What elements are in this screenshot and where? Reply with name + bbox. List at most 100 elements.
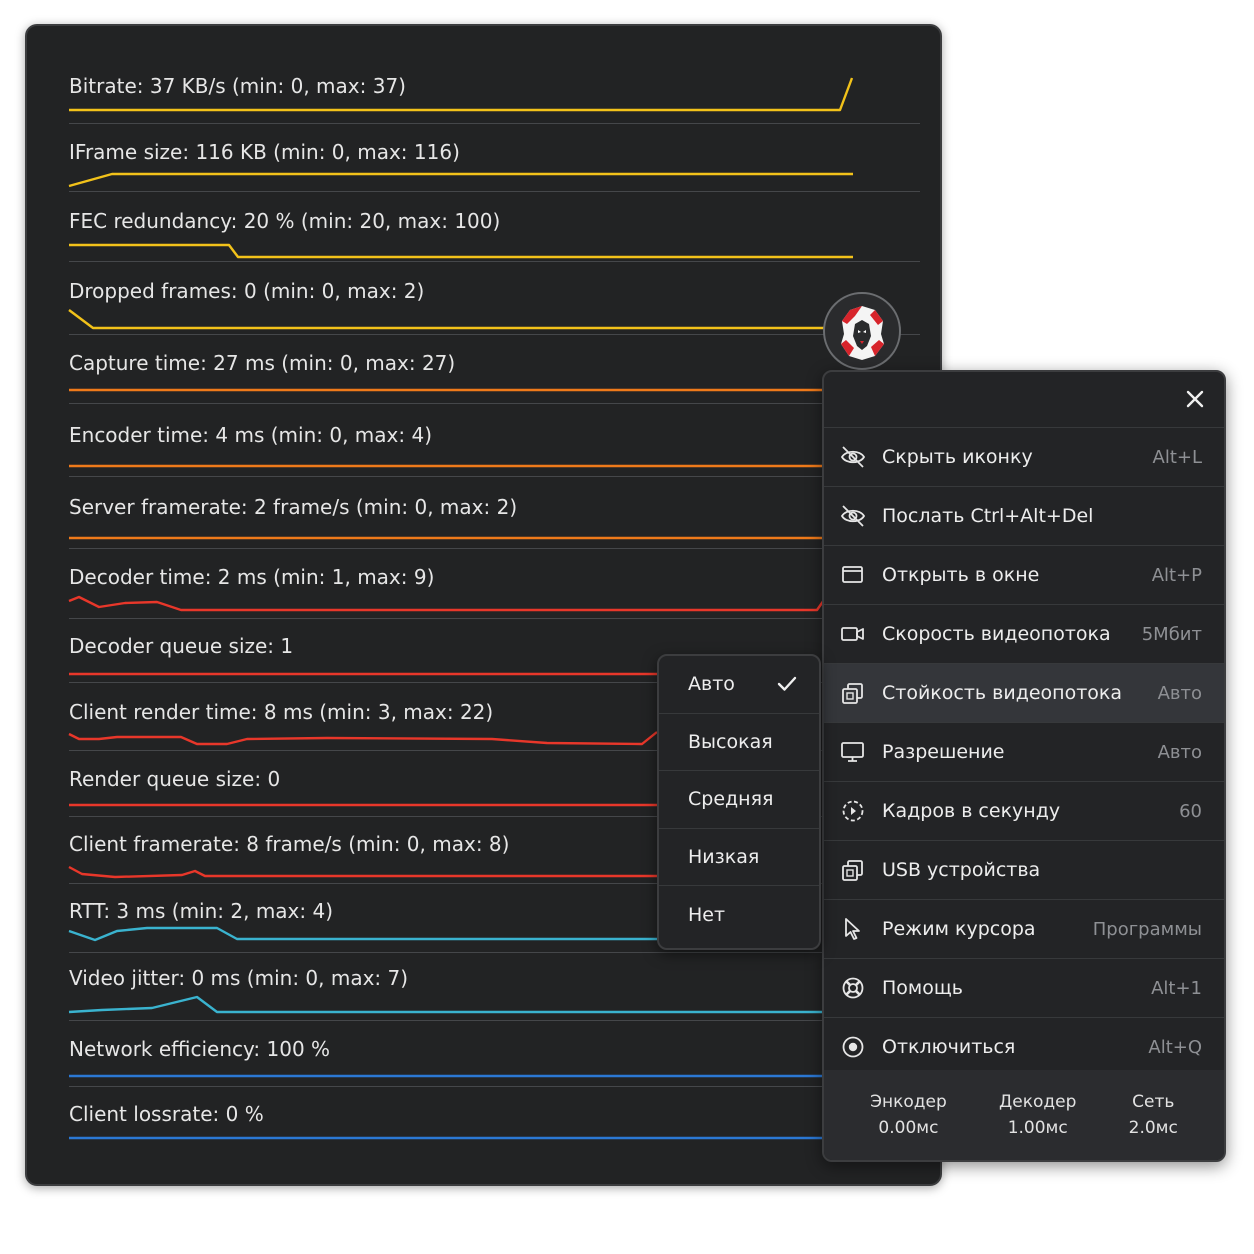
submenu-option-none[interactable]: Нет: [659, 886, 819, 944]
resilience-submenu: Авто Высокая Средняя Низкая Нет: [657, 654, 821, 950]
network-metric: Сеть 2.0мс: [1129, 1089, 1178, 1141]
menu-item-value: 60: [1179, 800, 1202, 822]
stat-label-decoder-queue-size: Decoder queue size: 1: [69, 634, 294, 658]
menu-item-shortcut: Alt+P: [1151, 564, 1202, 586]
menu-item-stream-bitrate[interactable]: Скорость видеопотока 5Мбит: [824, 605, 1224, 664]
lion-logo-icon: [841, 306, 884, 360]
stat-divider: [69, 403, 920, 404]
submenu-option-low[interactable]: Низкая: [659, 829, 819, 886]
menu-item-hide-icon[interactable]: Скрыть иконку Alt+L: [824, 428, 1224, 487]
menu-item-send-ctrl-alt-del[interactable]: Послать Ctrl+Alt+Del: [824, 487, 1224, 546]
stat-label-render-queue-size: Render queue size: 0: [69, 767, 281, 791]
monitor-icon: [841, 742, 864, 762]
metric-value: 1.00мс: [1007, 1118, 1068, 1138]
close-button[interactable]: [1180, 384, 1210, 414]
stat-divider: [69, 618, 920, 619]
menu-item-label: Отключиться: [882, 1036, 1016, 1058]
option-label: Нет: [688, 903, 726, 926]
submenu-option-high[interactable]: Высокая: [659, 714, 819, 771]
stat-sparkline: [68, 995, 825, 1014]
submenu-option-auto[interactable]: Авто: [659, 656, 819, 714]
stat-label-rtt: RTT: 3 ms (min: 2, max: 4): [69, 899, 334, 923]
menu-item-usb-devices[interactable]: USB устройства: [824, 841, 1224, 900]
stat-sparkline: [69, 243, 853, 259]
encoder-metric: Энкодер 0.00мс: [870, 1089, 947, 1141]
stat-label-capture-time: Capture time: 27 ms (min: 0, max: 27): [69, 351, 456, 375]
option-label: Низкая: [688, 845, 760, 868]
stat-sparkline: [68, 926, 657, 942]
menu-item-resolution[interactable]: Разрешение Авто: [824, 723, 1224, 782]
menu-item-value: Программы: [1092, 918, 1202, 940]
lion-logo-button[interactable]: [823, 292, 901, 370]
stat-divider: [69, 123, 920, 124]
menu-item-label: Стойкость видеопотока: [882, 682, 1123, 704]
metric-value: 0.00мс: [878, 1118, 939, 1138]
copy-stack-icon: [842, 683, 863, 704]
stat-label-iframe-size: IFrame size: 116 KB (min: 0, max: 116): [69, 140, 460, 164]
stat-label-client-render-time: Client render time: 8 ms (min: 3, max: 2…: [69, 700, 494, 724]
stat-divider: [69, 1020, 920, 1021]
stat-sparkline: [68, 309, 827, 330]
window-icon: [842, 566, 863, 583]
eye-off-icon: [840, 446, 866, 468]
menu-item-stream-resilience[interactable]: Стойкость видеопотока Авто: [824, 664, 1224, 723]
menu-item-fps[interactable]: Кадров в секунду 60: [824, 782, 1224, 841]
stats-graphs: [68, 77, 854, 1140]
stat-label-network-efficiency: Network efficiency: 100 %: [69, 1037, 331, 1061]
latency-footer: Энкодер 0.00мс Декодер 1.00мс Сеть 2.0мс: [824, 1070, 1224, 1160]
eye-off-icon: [840, 505, 866, 527]
option-label: Высокая: [688, 730, 773, 753]
stats-overlay: Bitrate: 37 KB/s (min: 0, max: 37) IFram…: [25, 24, 942, 1186]
stat-label-bitrate: Bitrate: 37 KB/s (min: 0, max: 37): [69, 74, 406, 98]
stat-label-video-jitter: Video jitter: 0 ms (min: 0, max: 7): [69, 966, 409, 990]
stat-label-server-framerate: Server framerate: 2 frame/s (min: 0, max…: [69, 495, 518, 519]
metric-name: Энкодер: [870, 1092, 947, 1112]
menu-item-label: Режим курсора: [882, 918, 1036, 940]
menu-item-label: Открыть в окне: [882, 564, 1040, 586]
menu-item-label: Кадров в секунду: [882, 800, 1061, 822]
menu-item-value: Авто: [1157, 741, 1202, 763]
stat-divider: [69, 1086, 920, 1087]
menu-item-shortcut: Alt+Q: [1148, 1036, 1202, 1058]
menu-item-cursor-mode[interactable]: Режим курсора Программы: [824, 900, 1224, 959]
close-icon: [1186, 390, 1204, 408]
stat-sparkline: [68, 865, 657, 879]
submenu-option-medium[interactable]: Средняя: [659, 771, 819, 829]
stat-divider: [69, 261, 920, 262]
stat-divider: [69, 334, 920, 335]
cursor-arrow-icon: [845, 918, 860, 940]
menu-item-open-in-window[interactable]: Открыть в окне Alt+P: [824, 546, 1224, 605]
menu-header: [824, 372, 1224, 428]
metric-name: Сеть: [1132, 1092, 1175, 1112]
power-icon: [842, 1036, 864, 1058]
menu-item-label: Послать Ctrl+Alt+Del: [882, 505, 1094, 527]
lifebuoy-icon: [842, 977, 864, 999]
stat-divider: [69, 476, 920, 477]
menu-item-help[interactable]: Помощь Alt+1: [824, 959, 1224, 1018]
stat-sparkline: [68, 172, 853, 188]
fps-dial-icon: [842, 800, 864, 822]
checkmark-icon: [777, 676, 797, 691]
menu-item-label: Скрыть иконку: [882, 446, 1033, 468]
metric-value: 2.0мс: [1128, 1118, 1178, 1138]
video-camera-icon: [841, 627, 864, 641]
stat-sparkline: [68, 731, 658, 746]
menu-item-value: 5Мбит: [1141, 623, 1202, 645]
stream-menu: Скрыть иконку Alt+L Послать Ctrl+Alt+Del…: [822, 370, 1226, 1162]
decoder-metric: Декодер 1.00мс: [999, 1089, 1076, 1141]
stat-label-dropped-frames: Dropped frames: 0 (min: 0, max: 2): [69, 279, 425, 303]
option-label: Авто: [688, 673, 735, 696]
stat-label-client-lossrate: Client lossrate: 0 %: [69, 1102, 264, 1126]
menu-item-label: Разрешение: [882, 741, 1005, 763]
metric-name: Декодер: [999, 1092, 1077, 1112]
usb-stack-icon: [842, 860, 863, 881]
stat-label-encoder-time: Encoder time: 4 ms (min: 0, max: 4): [69, 423, 432, 447]
option-label: Средняя: [688, 788, 774, 811]
stat-divider: [69, 952, 920, 953]
stat-label-fec-redundancy: FEC redundancy: 20 % (min: 20, max: 100): [69, 209, 501, 233]
stat-divider: [69, 191, 920, 192]
stat-label-client-framerate: Client framerate: 8 frame/s (min: 0, max…: [69, 832, 510, 856]
menu-item-disconnect[interactable]: Отключиться Alt+Q: [824, 1018, 1224, 1077]
menu-item-label: Скорость видеопотока: [882, 623, 1111, 645]
stat-divider: [69, 548, 920, 549]
